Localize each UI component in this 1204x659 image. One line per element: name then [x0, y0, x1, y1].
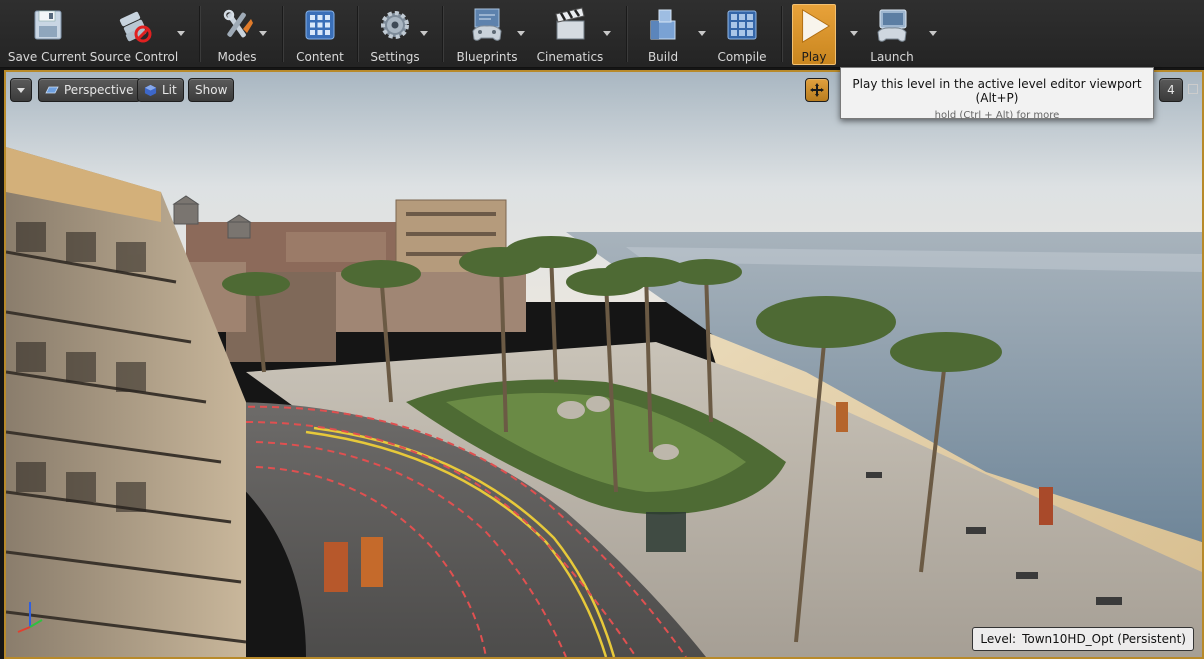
tooltip-hint: hold (Ctrl + Alt) for more [934, 110, 1060, 121]
view-mode-dropdown[interactable]: Lit [137, 78, 184, 102]
compile-label: Compile [717, 50, 767, 64]
maximize-viewport-icon[interactable] [1188, 84, 1198, 94]
modes-dropdown-arrow[interactable] [258, 29, 268, 39]
show-flags-dropdown[interactable]: Show [188, 78, 235, 102]
camera-speed-button[interactable]: 4 [1159, 78, 1183, 102]
play-triangle-icon [802, 9, 831, 43]
blueprints-label: Blueprints [456, 50, 518, 64]
viewport-options-dropdown[interactable] [10, 78, 32, 102]
toolbar-separator [781, 6, 783, 62]
toolbar-separator [626, 6, 628, 62]
translate-mode-button[interactable] [805, 78, 829, 102]
floppy-disk-icon [34, 10, 62, 40]
main-toolbar: Save Current Source Control Modes Conten… [0, 0, 1204, 68]
blueprints-dropdown-arrow[interactable] [516, 29, 526, 39]
compile-cubes-icon [727, 10, 757, 40]
source-control-icon [119, 11, 152, 43]
cinematics-dropdown-arrow[interactable] [602, 29, 612, 39]
blueprint-gamepad-icon [472, 8, 502, 41]
content-grid-icon [305, 10, 335, 40]
content-button[interactable]: Content [294, 3, 346, 65]
lighting-mode-label: Lit [162, 83, 177, 97]
show-label: Show [195, 83, 228, 97]
lit-cube-icon [144, 84, 157, 96]
build-blocks-icon [650, 9, 676, 40]
modes-button[interactable]: Modes [212, 3, 262, 65]
source-control-dropdown-arrow[interactable] [176, 29, 186, 39]
source-control-label: Source Control [89, 50, 179, 64]
settings-gear-icon [381, 11, 409, 39]
compile-button[interactable]: Compile [716, 3, 768, 65]
clapperboard-icon [555, 7, 585, 40]
build-button[interactable]: Build [640, 3, 686, 65]
perspective-icon [45, 86, 59, 94]
blueprints-button[interactable]: Blueprints [456, 3, 518, 65]
settings-dropdown-arrow[interactable] [419, 29, 429, 39]
launch-label: Launch [870, 50, 914, 64]
build-dropdown-arrow[interactable] [697, 29, 707, 39]
source-control-button[interactable]: Source Control [89, 3, 179, 65]
launch-gamepad-icon [877, 9, 907, 42]
build-label: Build [647, 50, 679, 64]
camera-speed-value: 4 [1167, 83, 1175, 97]
settings-button[interactable]: Settings [368, 3, 422, 65]
save-current-button[interactable]: Save Current [8, 3, 86, 65]
chevron-down-icon [17, 87, 25, 93]
modes-tools-icon [223, 9, 253, 38]
level-label: Level: [980, 632, 1017, 646]
settings-label: Settings [370, 50, 420, 64]
play-tooltip: Play this level in the active level edit… [840, 67, 1154, 121]
launch-button[interactable]: Launch [866, 3, 918, 65]
launch-dropdown-arrow[interactable] [928, 29, 938, 39]
play-dropdown-arrow[interactable] [849, 29, 859, 39]
viewport-scene[interactable] [6, 72, 1202, 657]
play-button[interactable]: Play [792, 4, 836, 65]
play-label: Play [801, 50, 827, 64]
move-arrows-icon [810, 83, 824, 97]
level-name: Town10HD_Opt (Persistent) [1022, 632, 1186, 646]
toolbar-separator [199, 6, 201, 62]
cinematics-label: Cinematics [536, 50, 604, 64]
level-indicator: Level: Town10HD_Opt (Persistent) [972, 627, 1194, 651]
view-mode-label: Perspective [64, 83, 134, 97]
cinematics-button[interactable]: Cinematics [536, 3, 604, 65]
save-current-label: Save Current [7, 50, 87, 64]
toolbar-separator [282, 6, 284, 62]
tooltip-title: Play this level in the active level edit… [852, 77, 1142, 105]
toolbar-separator [442, 6, 444, 62]
content-label: Content [296, 50, 344, 64]
modes-label: Modes [217, 50, 257, 64]
toolbar-separator [357, 6, 359, 62]
viewport-type-dropdown[interactable]: Perspective [38, 78, 141, 102]
level-viewport[interactable]: Perspective Lit Show 4 Level: Town10HD_O… [4, 70, 1204, 659]
